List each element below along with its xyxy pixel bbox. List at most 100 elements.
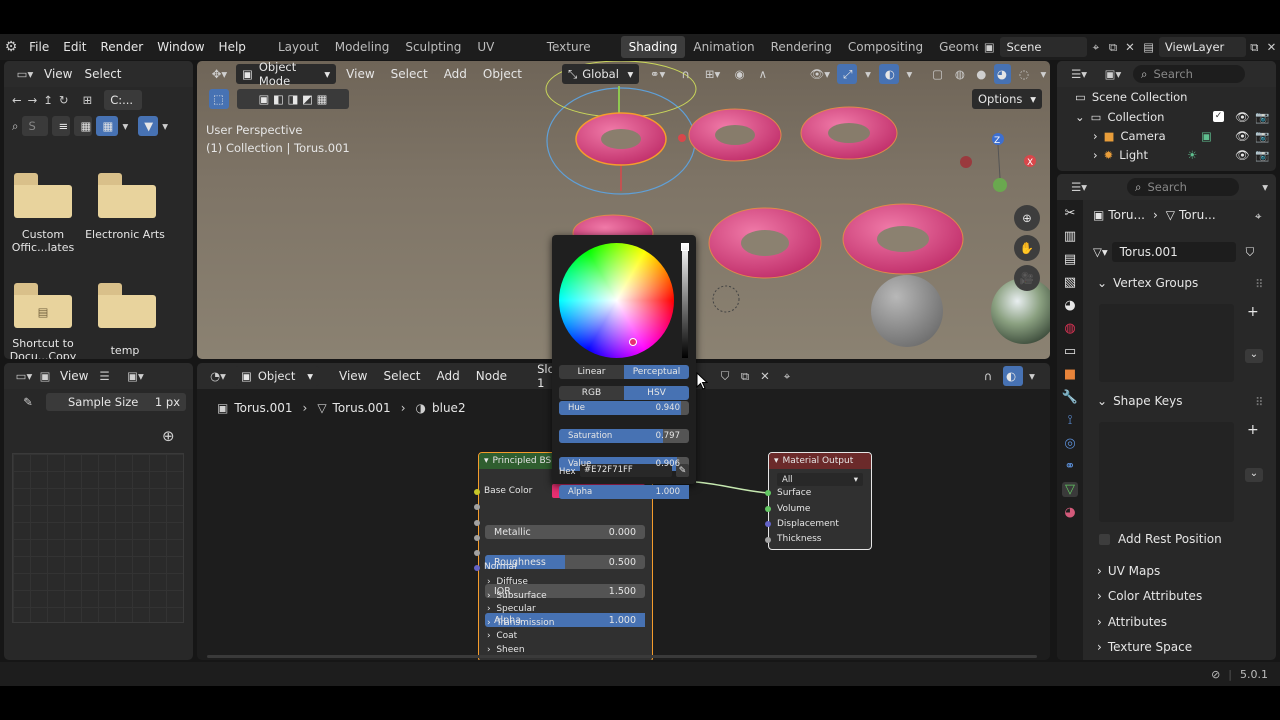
pan-view-icon[interactable]: ✋ <box>1014 235 1040 261</box>
material-tab-icon[interactable]: ◕ <box>1064 505 1075 520</box>
editor-type-icon[interactable]: ☰▾ <box>1065 67 1093 81</box>
normal-socket[interactable] <box>474 565 480 571</box>
vertex-groups-list[interactable] <box>1099 304 1234 382</box>
menu-render[interactable]: Render <box>93 40 150 54</box>
vertex-group-menu-icon[interactable]: ⌄ <box>1245 349 1263 363</box>
back-icon[interactable]: ← <box>12 93 22 107</box>
sort-dropdown-icon[interactable]: ▾ <box>122 119 128 133</box>
delete-view-layer-icon[interactable]: ✕ <box>1263 40 1280 54</box>
gizmo-icon[interactable]: ⤢ <box>837 64 858 84</box>
editor-type-icon[interactable]: ▭▾ <box>12 369 36 383</box>
options-dropdown[interactable]: Options ▾ <box>972 89 1042 109</box>
rgb-tab[interactable]: RGB <box>559 386 624 400</box>
modifier-tab-icon[interactable]: 🔧 <box>1062 390 1078 405</box>
roughness-socket[interactable] <box>474 520 480 526</box>
thickness-socket[interactable] <box>765 537 771 543</box>
file-search-input[interactable]: S <box>22 116 49 136</box>
gizmo-dropdown-icon[interactable]: ▾ <box>861 67 874 81</box>
displacement-socket[interactable] <box>765 521 771 527</box>
folder-label[interactable]: Custom Offic...lates <box>4 228 82 254</box>
file-view-menu[interactable]: View <box>38 67 78 81</box>
proportional-edit-icon[interactable]: ◉ <box>730 67 749 81</box>
eyedropper-icon[interactable]: ✎ <box>18 395 38 409</box>
scene-tab-icon[interactable]: ◕ <box>1064 298 1075 313</box>
add-vertex-group-icon[interactable]: + <box>1247 304 1259 320</box>
camera-view-icon[interactable]: 🎥 <box>1014 265 1040 291</box>
blender-logo-icon[interactable]: ⚙ <box>0 39 22 55</box>
viewport-add-menu[interactable]: Add <box>438 67 473 81</box>
pin-icon[interactable]: ⌖ <box>1087 40 1104 55</box>
snap-target-icon[interactable]: ⊞▾ <box>699 67 726 81</box>
add-rest-position-checkbox[interactable]: Add Rest Position <box>1099 532 1222 546</box>
filter-dropdown-icon[interactable]: ▾ <box>162 119 168 133</box>
crumb-object[interactable]: Toru... <box>1108 208 1145 222</box>
path-field[interactable]: C:... <box>104 90 143 110</box>
attributes-header[interactable]: › Attributes <box>1097 615 1167 629</box>
grid-small-icon[interactable]: ▦ <box>74 116 93 136</box>
visibility-icon[interactable]: 👁 <box>1235 129 1250 143</box>
falloff-icon[interactable]: ∧ <box>753 67 772 81</box>
parent-dir-icon[interactable]: ↥ <box>43 93 53 107</box>
shading-dropdown-icon[interactable]: ▾ <box>1037 67 1050 81</box>
value-slider[interactable] <box>682 243 688 358</box>
collection-checkbox[interactable]: ✓ <box>1213 111 1224 122</box>
menu-edit[interactable]: Edit <box>56 40 93 54</box>
color-attributes-header[interactable]: › Color Attributes <box>1097 589 1202 603</box>
shortcut-icon[interactable]: ▤ <box>14 283 72 328</box>
color-wheel[interactable] <box>559 243 674 358</box>
pivot-icon[interactable]: ⚭▾ <box>643 67 672 81</box>
object-mode-dropdown[interactable]: ▣ Object Mode ▾ <box>235 61 337 88</box>
shading-rendered-icon[interactable]: ◌ <box>1015 67 1032 81</box>
shortcut-label[interactable]: Shortcut to Docu...Copy <box>4 337 82 359</box>
shading-solid-icon[interactable]: ● <box>973 67 990 81</box>
network-off-icon[interactable]: ⊘ <box>1211 668 1220 681</box>
scene-icon[interactable]: ▣ <box>978 40 1000 54</box>
fake-user-icon[interactable]: ⛉ <box>1246 245 1255 260</box>
new-folder-icon[interactable]: ⊞ <box>83 93 93 107</box>
object-tab-icon[interactable]: ■ <box>1064 367 1076 382</box>
select-mode-group[interactable]: ▣ ◧ ◨ ◩ ▦ <box>237 89 349 109</box>
editor-type-icon[interactable]: ▭▾ <box>12 67 38 81</box>
visibility-icon[interactable]: 👁▾ <box>806 67 833 81</box>
zoom-icon[interactable]: ⊕ <box>162 427 175 445</box>
folder-label[interactable]: Electronic Arts <box>84 228 166 241</box>
pin-icon[interactable]: ⌖ <box>1255 209 1261 224</box>
image-view-menu[interactable]: View <box>54 369 94 383</box>
ior-socket[interactable] <box>474 535 480 541</box>
roughness-field[interactable]: Roughness 0.500 <box>485 555 645 569</box>
shape-key-menu-icon[interactable]: ⌄ <box>1245 468 1263 482</box>
base-color-socket[interactable] <box>474 489 480 495</box>
sphere-object[interactable] <box>871 275 943 347</box>
editor-type-icon[interactable]: ☰▾ <box>1065 180 1093 194</box>
collection-tab-icon[interactable]: ▭ <box>1064 344 1076 359</box>
alpha-field[interactable]: Alpha 1.000 <box>559 485 689 499</box>
scene-collection-row[interactable]: ▭ Scene Collection <box>1075 87 1276 107</box>
folder-label[interactable]: temp <box>84 344 166 357</box>
navigation-gizmo[interactable]: Z X <box>960 133 1036 192</box>
viewport-select-menu[interactable]: Select <box>385 67 434 81</box>
tab-uv-editing[interactable]: UV Editing <box>469 36 538 76</box>
dropdown-icon[interactable]: ▾ <box>1262 180 1268 194</box>
delete-scene-icon[interactable]: ✕ <box>1121 40 1138 54</box>
drag-handle-icon[interactable]: ⠿ <box>1255 395 1263 409</box>
new-view-layer-icon[interactable]: ⧉ <box>1246 40 1263 55</box>
collection-row[interactable]: ⌄ ▭ Collection ✓ 👁 📷 <box>1075 107 1276 126</box>
list-view-icon[interactable]: ≡ <box>52 116 71 136</box>
folder-icon[interactable] <box>98 173 156 218</box>
shading-material-icon[interactable]: ◕ <box>993 64 1012 84</box>
constraints-tab-icon[interactable]: ⚭ <box>1065 459 1076 474</box>
visibility-icon[interactable]: 👁 <box>1235 110 1250 124</box>
saturation-field[interactable]: Saturation 0.797 <box>559 429 689 443</box>
image-browse-icon[interactable]: ▣▾ <box>120 369 150 383</box>
refresh-icon[interactable]: ↻ <box>59 93 69 107</box>
uv-maps-header[interactable]: › UV Maps <box>1097 564 1160 578</box>
mesh-name-field[interactable]: Torus.001 <box>1111 242 1236 262</box>
view-layer-icon[interactable]: ▤ <box>1138 40 1158 54</box>
horizontal-scrollbar[interactable] <box>207 655 1037 658</box>
menu-file[interactable]: File <box>22 40 56 54</box>
data-tab-icon[interactable]: ▽ <box>1062 482 1078 497</box>
hue-field[interactable]: Hue 0.940 <box>559 401 689 415</box>
output-target-dropdown[interactable]: All ▾ <box>777 473 863 486</box>
shape-keys-header[interactable]: ⌄ Shape Keys <box>1097 394 1182 408</box>
tab-geometry[interactable]: Geomet <box>931 36 978 58</box>
